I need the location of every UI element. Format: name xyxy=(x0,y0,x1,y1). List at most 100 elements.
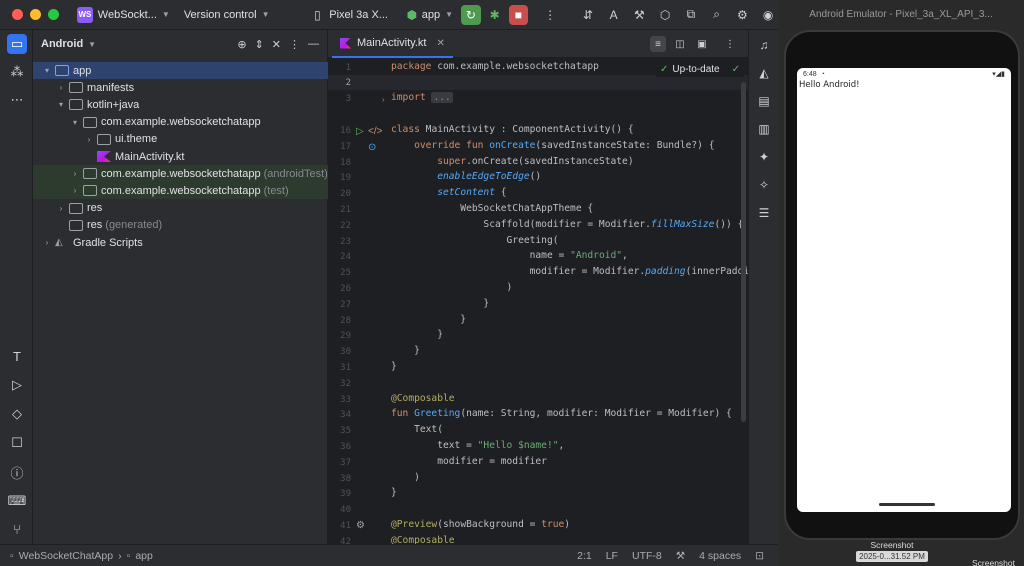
code-line[interactable]: ) xyxy=(391,282,513,293)
tree-item[interactable]: res (generated) xyxy=(33,217,328,234)
collapse-all-icon[interactable]: ✕ xyxy=(272,38,281,51)
tree-item[interactable]: › com.example.websocketchatapp (androidTes… xyxy=(33,165,328,183)
close-window-button[interactable] xyxy=(12,9,23,20)
ai-assist-icon[interactable]: ✧ xyxy=(755,176,773,194)
code-line[interactable]: ) xyxy=(391,472,420,483)
git-icon[interactable]: ⑂ xyxy=(7,519,27,539)
gesture-nav-bar[interactable] xyxy=(879,503,935,506)
code-line[interactable]: @Composable xyxy=(391,393,455,404)
code-line[interactable]: modifier = Modifier.padding(innerPadding xyxy=(391,266,748,277)
chevron-down-icon[interactable]: ▾ xyxy=(41,66,53,75)
device-screen[interactable]: 6:48 ◔ ▾◢▮ Hello Android! xyxy=(797,68,1011,512)
code-line[interactable]: Scaffold(modifier = Modifier.fillMaxSize… xyxy=(391,219,748,230)
tree-item[interactable]: › res xyxy=(33,200,328,217)
code-line[interactable]: name = "Android", xyxy=(391,250,628,261)
line-separator[interactable]: LF xyxy=(606,550,618,562)
tree-item[interactable]: ▾ com.example.websocketchatapp xyxy=(33,114,328,131)
account-icon[interactable]: ◉ xyxy=(758,5,778,25)
override-gutter-icon[interactable]: ⊙ xyxy=(368,142,376,153)
sdk-manager-icon[interactable]: ⬡ xyxy=(655,5,675,25)
rerun-button[interactable]: ↻ xyxy=(461,4,481,25)
chevron-down-icon[interactable]: ▾ xyxy=(69,118,81,127)
code-line[interactable]: } xyxy=(391,345,420,356)
device-explorer-icon[interactable]: ▥ xyxy=(755,120,773,138)
code-line[interactable]: } xyxy=(391,329,443,340)
gemini-sparkle-icon[interactable]: ✦ xyxy=(755,148,773,166)
more-icon[interactable]: ⋮ xyxy=(540,5,560,25)
code-line[interactable]: class MainActivity : ComponentActivity()… xyxy=(391,124,634,135)
close-icon[interactable]: ✕ xyxy=(436,38,444,49)
chevron-right-icon[interactable]: › xyxy=(41,238,53,247)
tree-item[interactable]: › com.example.websocketchatapp (test) xyxy=(33,182,328,200)
zoom-window-button[interactable] xyxy=(48,9,59,20)
tree-item[interactable]: › ◭ Gradle Scripts xyxy=(33,234,328,251)
tree-item[interactable]: › ui.theme xyxy=(33,131,328,148)
chevron-right-icon[interactable]: › xyxy=(69,186,81,195)
logcat-icon[interactable]: ☐ xyxy=(7,433,27,453)
code-line[interactable]: text = "Hello $name!", xyxy=(391,440,564,451)
hide-panel-icon[interactable]: — xyxy=(308,38,319,51)
code-line[interactable]: import ... xyxy=(391,92,453,103)
editor-scrollbar[interactable] xyxy=(741,82,746,422)
options-icon[interactable]: ⋮ xyxy=(289,38,300,51)
gem-icon[interactable]: ◇ xyxy=(7,404,27,424)
tree-item[interactable]: ▾ app xyxy=(33,62,328,79)
code-line[interactable]: } xyxy=(391,314,466,325)
build-hammer-icon[interactable]: T xyxy=(7,346,27,366)
chevron-right-icon[interactable]: › xyxy=(83,135,95,144)
project-name[interactable]: WebSockt... xyxy=(98,9,157,21)
code-editor[interactable]: 1 2 3 16 17 18 19 20 21 22 23 24 25 26 27 28 29 30 31 32 33 3… xyxy=(328,58,748,544)
minimize-window-button[interactable] xyxy=(30,9,41,20)
breadcrumb-module[interactable]: app xyxy=(135,550,153,562)
fold-arrow-icon[interactable]: › xyxy=(382,95,385,104)
stop-button[interactable]: ■ xyxy=(508,4,529,25)
code-line[interactable]: super.onCreate(savedInstanceState) xyxy=(391,156,633,167)
caret-position[interactable]: 2:1 xyxy=(577,550,592,562)
code-view-icon[interactable]: ≡ xyxy=(650,36,666,52)
project-view-selector[interactable]: Android xyxy=(41,38,83,50)
code-line[interactable]: Text( xyxy=(391,424,443,435)
problems-icon[interactable]: ⓘ xyxy=(7,462,27,482)
run-config-selector[interactable]: app xyxy=(422,9,440,21)
split-view-icon[interactable]: ◫ xyxy=(672,36,688,52)
code-line[interactable]: enableEdgeToEdge() xyxy=(391,171,541,182)
code-line[interactable]: } xyxy=(391,298,489,309)
chevron-right-icon[interactable]: › xyxy=(69,169,81,178)
preview-gear-icon[interactable]: ⚙ xyxy=(356,520,365,531)
screenshot-thumbnail[interactable]: Screenshot 2025-0...31.52 PM xyxy=(842,540,942,562)
indent-setting[interactable]: 4 spaces xyxy=(699,550,741,562)
code-line[interactable]: setContent { xyxy=(391,187,506,198)
file-encoding[interactable]: UTF-8 xyxy=(632,550,662,562)
code-line[interactable]: fun Greeting(name: String, modifier: Mod… xyxy=(391,408,732,419)
structure-icon[interactable]: ☰ xyxy=(755,204,773,222)
code-line[interactable]: package com.example.websocketchatapp xyxy=(391,61,599,72)
code-line[interactable]: WebSocketChatAppTheme { xyxy=(391,203,593,214)
hammer-icon[interactable]: ⚒ xyxy=(676,550,685,562)
translate-icon[interactable]: A xyxy=(604,5,624,25)
tree-item[interactable]: MainActivity.kt xyxy=(33,148,328,165)
tab-mainactivity[interactable]: MainActivity.kt ✕ xyxy=(332,30,453,58)
debug-bug-icon[interactable]: ✱ xyxy=(485,5,505,25)
more-tools-icon[interactable]: ⋯ xyxy=(7,90,27,110)
gear-icon[interactable]: ⚙ xyxy=(733,5,753,25)
code-line[interactable]: @Preview(showBackground = true) xyxy=(391,519,570,530)
version-control-menu[interactable]: Version control xyxy=(184,9,257,21)
tree-item[interactable]: ▾ kotlin+java xyxy=(33,96,328,113)
code-line[interactable]: Greeting( xyxy=(391,235,559,246)
more-icon[interactable]: ⋮ xyxy=(722,36,738,52)
gradle-icon[interactable]: ◭ xyxy=(755,64,773,82)
sync-gradle-icon[interactable]: ⇵ xyxy=(578,5,598,25)
locate-icon[interactable]: ⊕ xyxy=(237,38,246,51)
compose-gutter-icon[interactable]: </> xyxy=(368,126,382,137)
project-folder-icon[interactable]: ▭ xyxy=(7,34,27,54)
code-line[interactable]: @Composable xyxy=(391,535,455,544)
chevron-down-icon[interactable]: ▾ xyxy=(55,100,67,109)
expand-all-icon[interactable]: ⇕ xyxy=(255,38,264,51)
code-line[interactable]: } xyxy=(391,487,397,498)
device-manager-icon[interactable]: ⧉ xyxy=(681,5,701,25)
resource-manager-icon[interactable]: ⁂ xyxy=(7,62,27,82)
inspection-status[interactable]: ✓ Up-to-date ✓ xyxy=(655,62,744,77)
design-view-icon[interactable]: ▣ xyxy=(694,36,710,52)
run-gutter-icon[interactable]: ▷ xyxy=(356,126,364,137)
search-icon[interactable]: ⌕ xyxy=(707,5,727,25)
